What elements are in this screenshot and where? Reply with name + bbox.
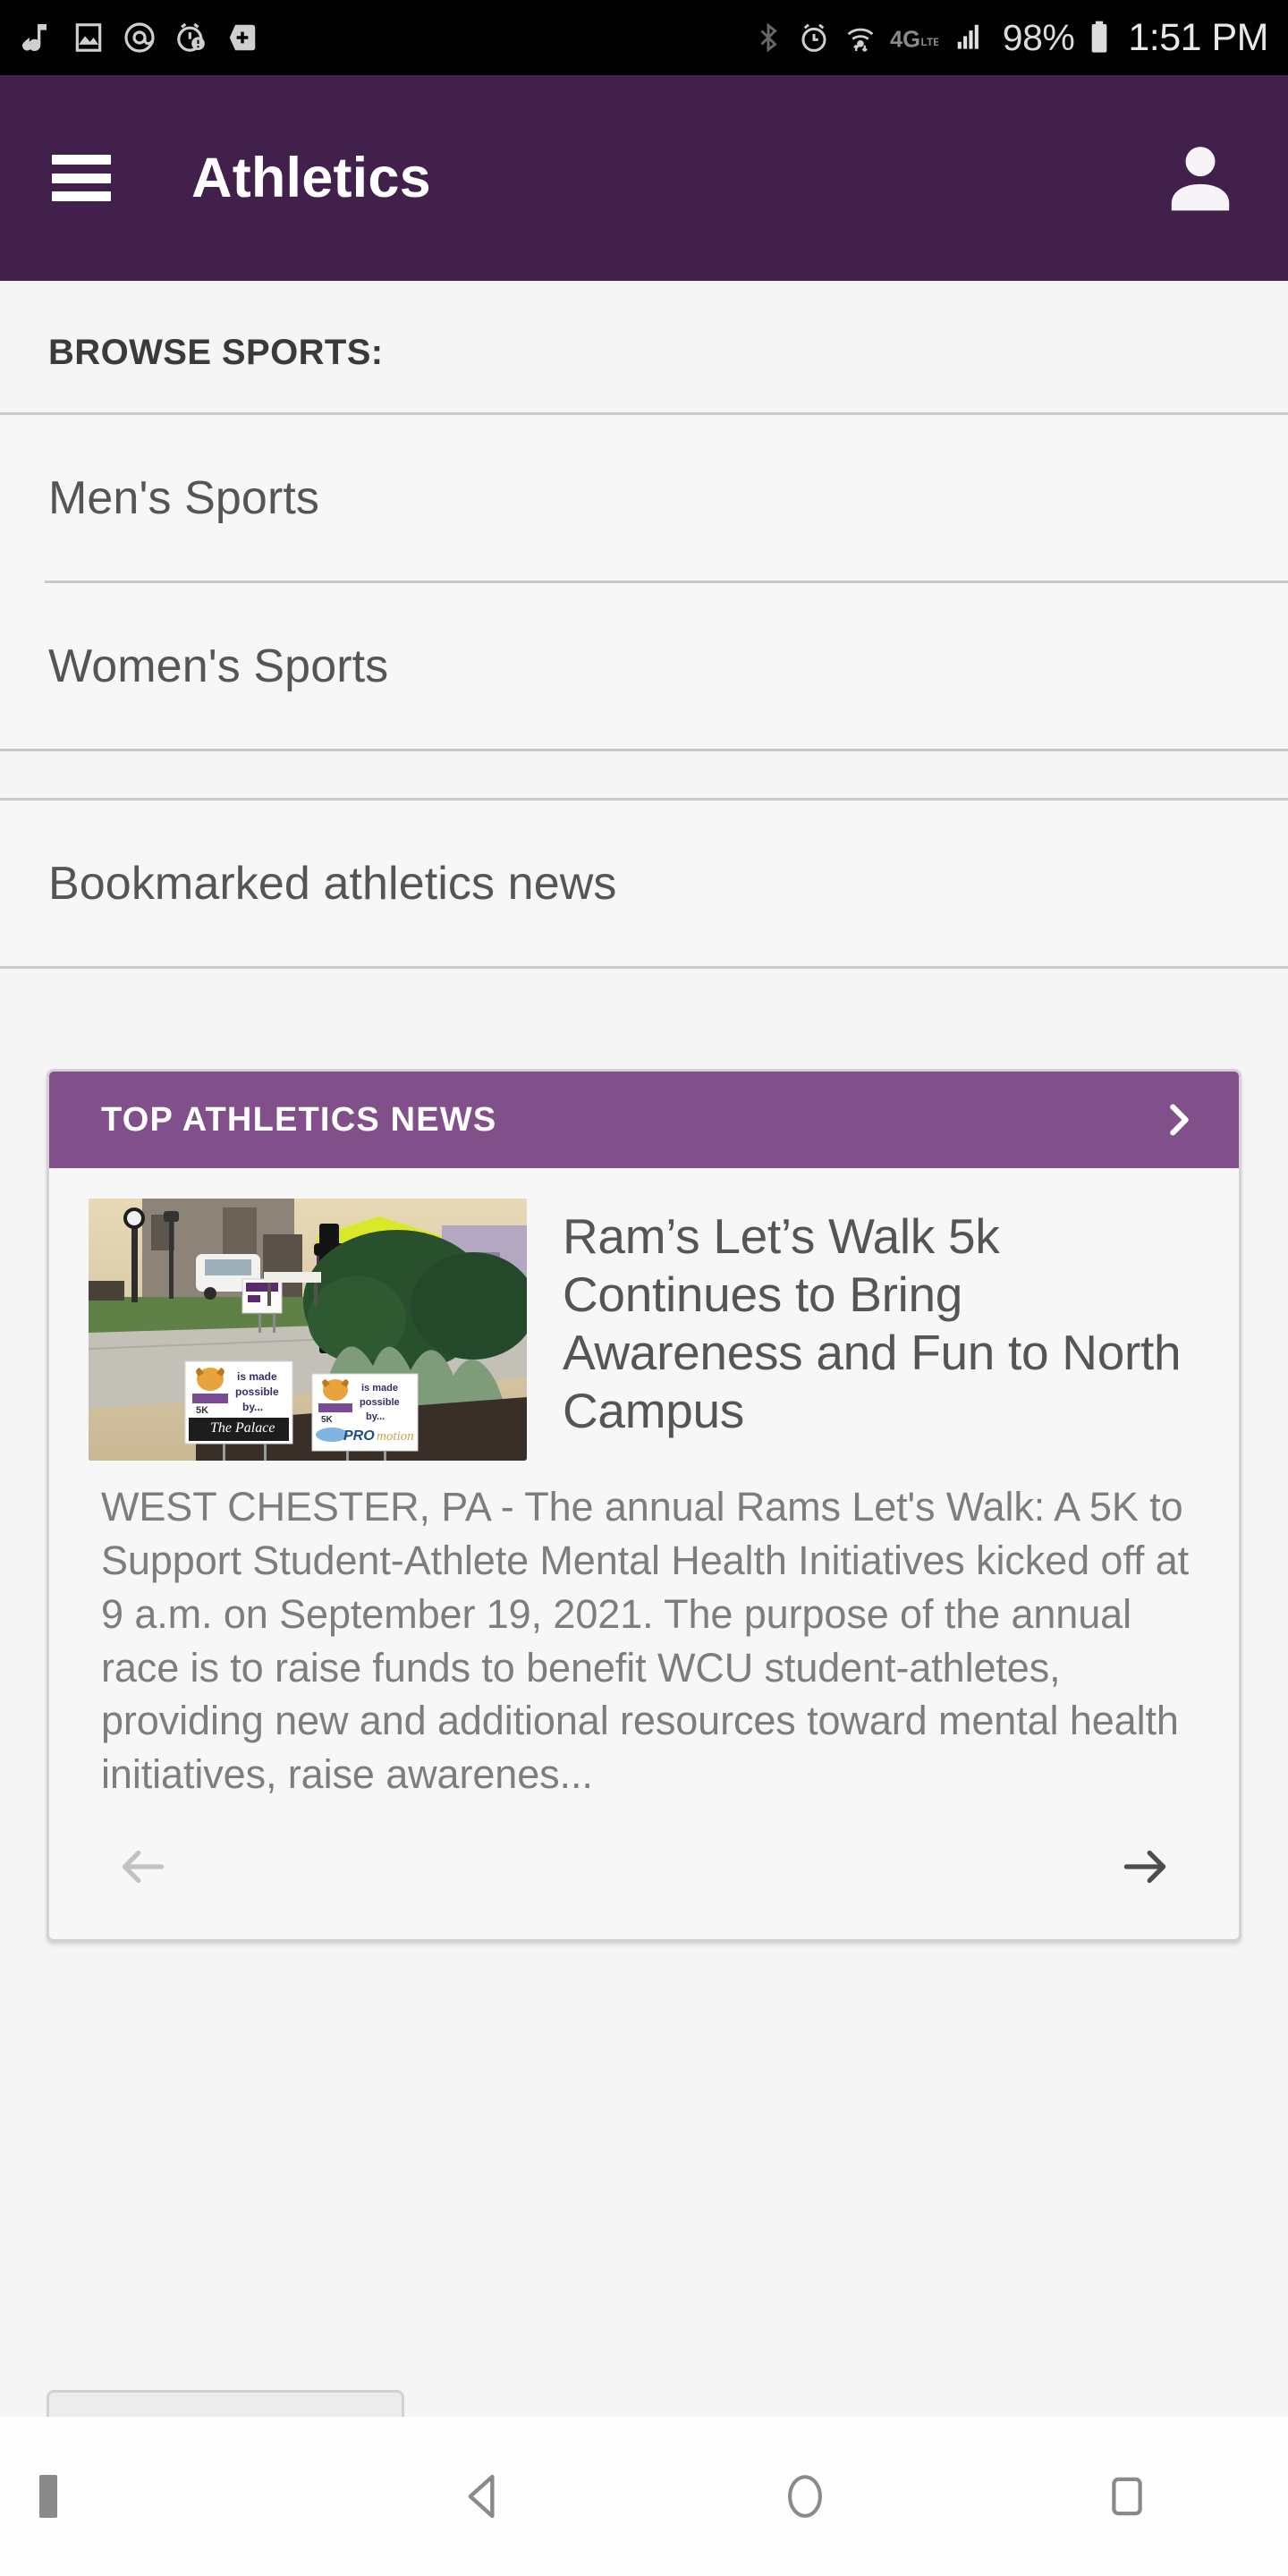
image-icon — [72, 21, 106, 55]
alarm-warning-icon — [174, 20, 209, 55]
svg-text:motion: motion — [377, 1429, 414, 1444]
news-pager — [89, 1801, 1199, 1939]
recents-square-icon[interactable] — [966, 2467, 1288, 2526]
svg-text:possible: possible — [235, 1385, 279, 1398]
article-thumbnail-rams-walk-signs[interactable]: 5K is made possible by... The Palace 5K … — [89, 1199, 527, 1461]
main-content: BROWSE SPORTS: Men's Sports Women's Spor… — [0, 281, 1288, 2417]
home-circle-icon[interactable] — [644, 2467, 966, 2526]
svg-text:by...: by... — [242, 1401, 263, 1413]
list-item-bookmarked-news[interactable]: Bookmarked athletics news — [0, 801, 1288, 966]
phone-screen: 4GLTE 98% 1:51 PM Athletics BROWSE SPORT… — [0, 0, 1288, 2576]
wifi-icon — [843, 21, 877, 55]
next-card-peek — [47, 2390, 404, 2417]
hamburger-menu-icon[interactable] — [52, 155, 111, 201]
article-excerpt: WEST CHESTER, PA - The annual Rams Let's… — [101, 1484, 1190, 1798]
4g-lte-icon: 4GLTE — [890, 21, 938, 54]
top-athletics-news-header[interactable]: TOP ATHLETICS NEWS — [49, 1072, 1239, 1168]
list-item-womens-sports[interactable]: Women's Sports — [0, 583, 1288, 749]
news-top-row: 5K is made possible by... The Palace 5K … — [89, 1199, 1199, 1461]
news-section-title: TOP ATHLETICS NEWS — [101, 1100, 497, 1139]
clock-label: 1:51 PM — [1128, 15, 1268, 59]
svg-text:4G: 4G — [890, 28, 920, 53]
svg-text:is made: is made — [361, 1383, 398, 1394]
add-box-icon — [225, 21, 259, 55]
top-athletics-news-card: TOP ATHLETICS NEWS 5K is made possible b… — [47, 1069, 1241, 1943]
nav-button-row — [0, 2467, 1288, 2526]
svg-text:The Palace: The Palace — [210, 1420, 275, 1436]
music-note-icon — [20, 20, 55, 55]
arrow-right-icon[interactable] — [1099, 1832, 1180, 1902]
app-bar: Athletics — [0, 75, 1288, 281]
chevron-right-icon[interactable] — [1158, 1095, 1199, 1145]
signal-bars-icon — [951, 21, 990, 55]
list-item-label: Bookmarked athletics news — [48, 857, 617, 910]
article-headline[interactable]: Ram’s Let’s Walk 5k Continues to Bring A… — [563, 1199, 1199, 1440]
arrow-left-icon[interactable] — [108, 1832, 189, 1902]
svg-text:5K: 5K — [196, 1405, 208, 1416]
list-item-label: Women's Sports — [48, 640, 389, 692]
status-bar: 4GLTE 98% 1:51 PM — [0, 0, 1288, 75]
list-item-label: Men's Sports — [48, 471, 320, 524]
svg-text:is made: is made — [237, 1370, 277, 1383]
page-title: Athletics — [191, 147, 431, 209]
news-body: 5K is made possible by... The Palace 5K … — [49, 1168, 1239, 1939]
status-bar-notifications — [20, 20, 259, 55]
account-person-icon[interactable] — [1159, 137, 1241, 219]
sports-group: Men's Sports Women's Sports — [0, 412, 1288, 751]
svg-text:LTE: LTE — [920, 36, 938, 48]
svg-text:by...: by... — [366, 1411, 385, 1422]
list-item-mens-sports[interactable]: Men's Sports — [0, 415, 1288, 580]
status-bar-system: 4GLTE 98% 1:51 PM — [752, 16, 1268, 60]
battery-full-icon — [1087, 20, 1112, 55]
alarm-clock-icon — [797, 21, 831, 55]
nav-indicator-dot — [39, 2475, 57, 2518]
android-navigation-bar — [0, 2417, 1288, 2576]
bookmarks-group: Bookmarked athletics news — [0, 798, 1288, 969]
back-triangle-icon[interactable] — [322, 2467, 644, 2526]
bluetooth-icon — [752, 21, 784, 55]
svg-text:possible: possible — [360, 1397, 400, 1408]
svg-text:5K: 5K — [321, 1415, 334, 1425]
browse-sports-label: BROWSE SPORTS: — [48, 333, 384, 372]
svg-text:PRO: PRO — [343, 1428, 375, 1444]
email-at-icon — [122, 20, 157, 55]
battery-percent-label: 98% — [1002, 16, 1075, 58]
